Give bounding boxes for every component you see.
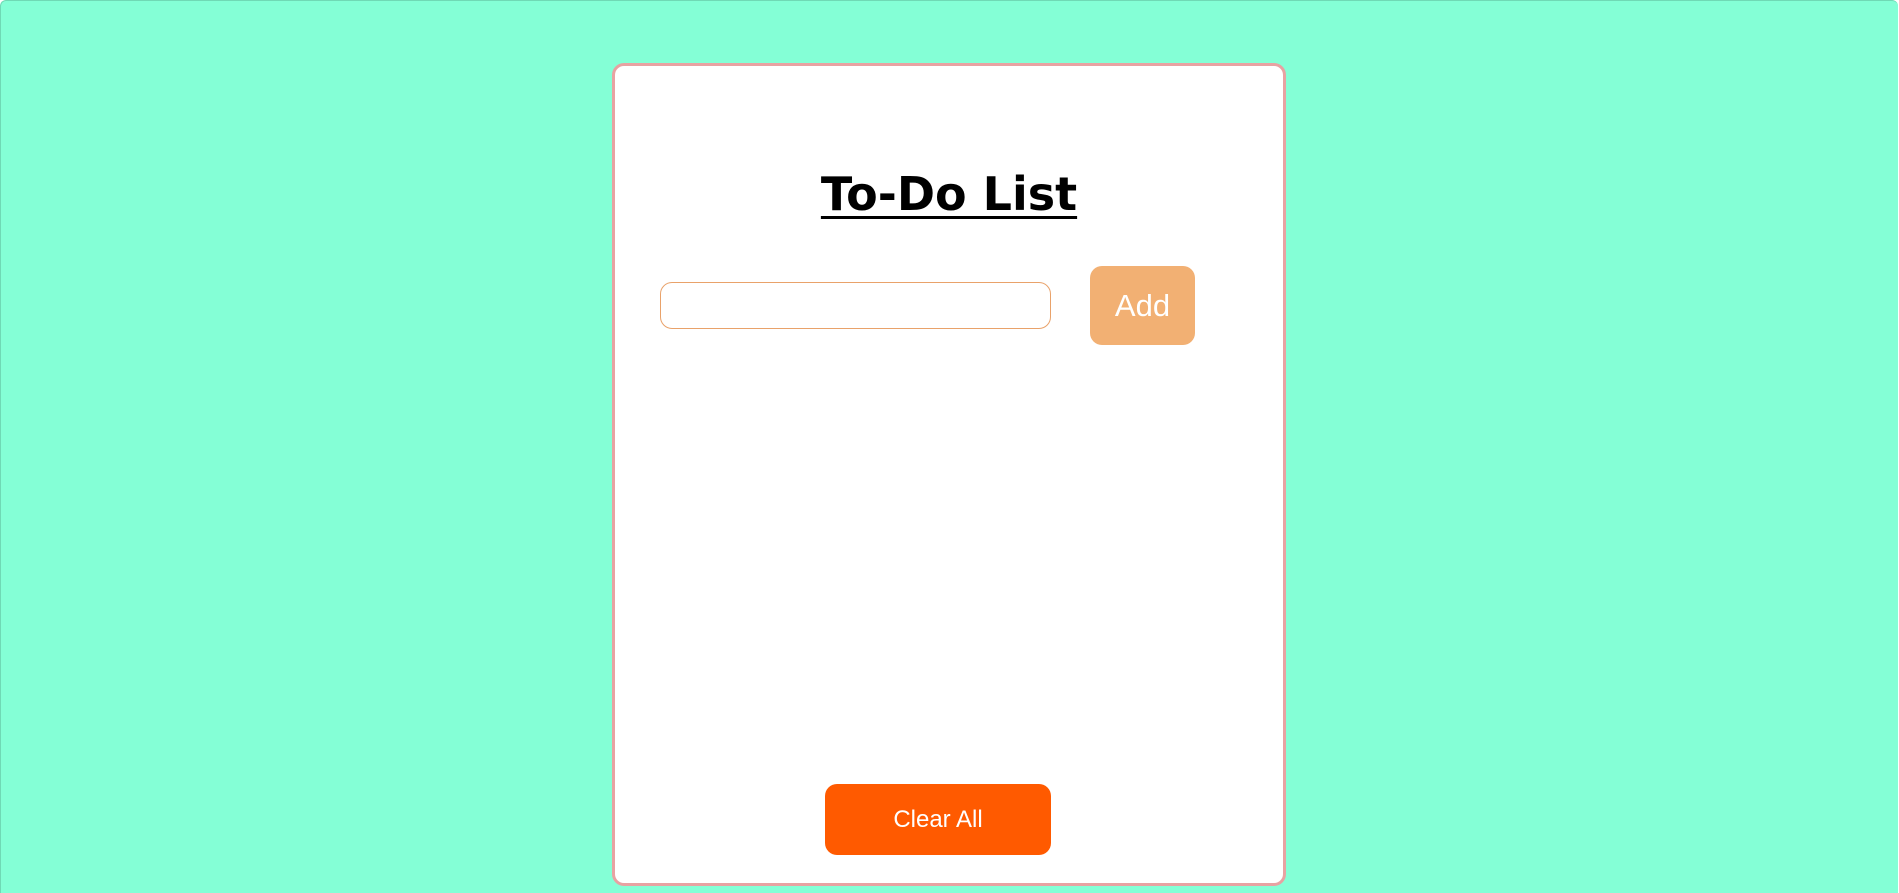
add-button[interactable]: Add [1090, 266, 1195, 345]
page-background: To-Do List Add Clear All [0, 0, 1898, 893]
task-input[interactable] [660, 282, 1051, 329]
task-list [660, 366, 1244, 806]
todo-card: To-Do List Add Clear All [612, 63, 1286, 886]
clear-all-button[interactable]: Clear All [825, 784, 1051, 855]
page-title: To-Do List [820, 167, 1078, 221]
